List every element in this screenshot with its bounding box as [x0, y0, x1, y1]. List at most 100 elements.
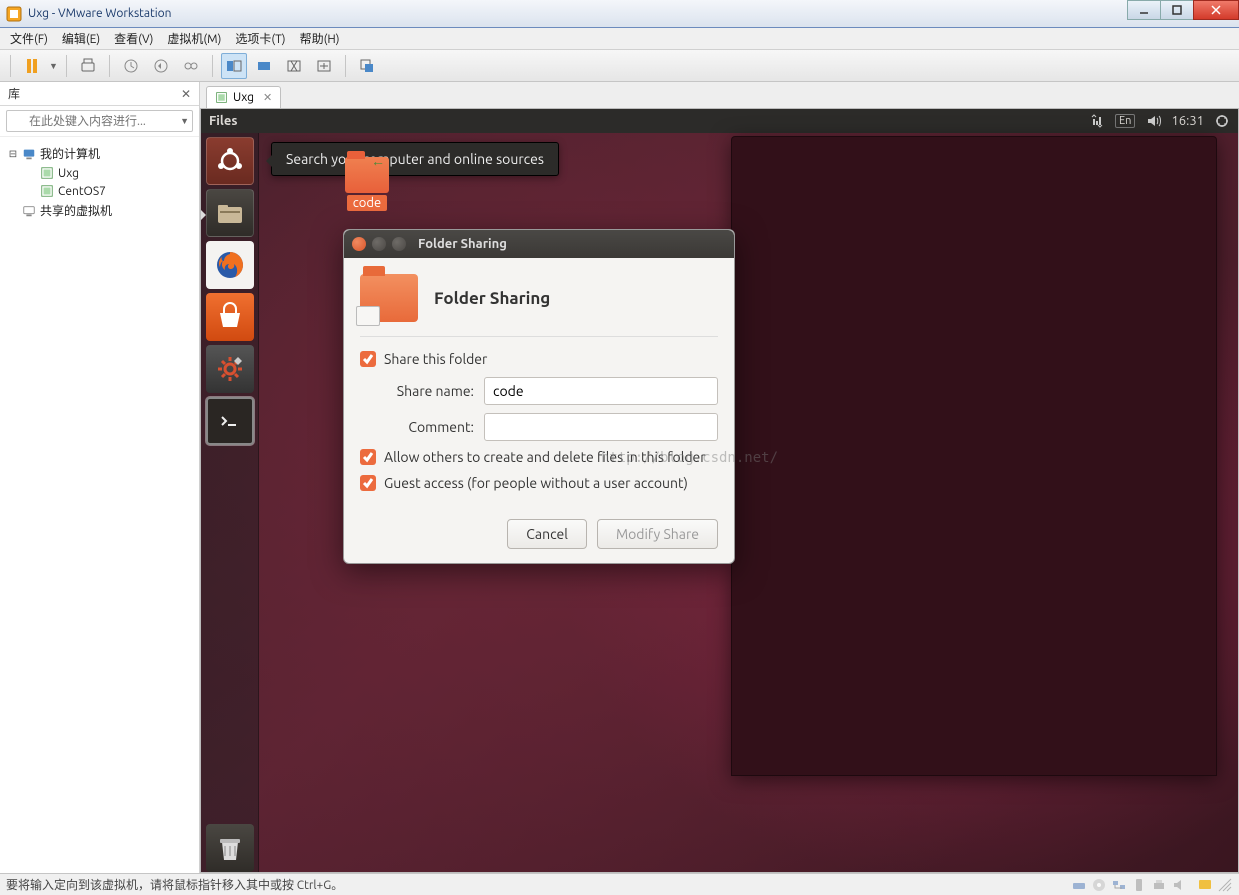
desktop-folder-label: code — [347, 195, 387, 211]
menu-tabs[interactable]: 选项卡(T) — [235, 30, 285, 47]
vmware-menubar: 文件(F) 编辑(E) 查看(V) 虚拟机(M) 选项卡(T) 帮助(H) — [0, 28, 1239, 50]
dialog-titlebar[interactable]: Folder Sharing — [344, 230, 734, 258]
separator — [360, 336, 718, 337]
allow-others-label: Allow others to create and delete files … — [384, 449, 706, 465]
vm-tab-uxg[interactable]: Uxg ✕ — [206, 86, 281, 108]
status-sound-icon[interactable] — [1171, 877, 1187, 893]
cancel-button[interactable]: Cancel — [507, 519, 587, 549]
network-indicator-icon[interactable] — [1089, 113, 1105, 129]
host-window-title: Uxg - VMware Workstation — [28, 7, 1128, 20]
menu-view[interactable]: 查看(V) — [114, 30, 153, 47]
dialog-maximize-button[interactable] — [392, 237, 406, 251]
tree-label: Uxg — [58, 167, 79, 180]
background-window — [731, 136, 1217, 776]
launcher-running-indicator — [201, 210, 206, 220]
vmware-toolbar: ▼ — [0, 50, 1239, 82]
sidebar-close-button[interactable]: ✕ — [181, 87, 191, 101]
unity-launcher — [201, 133, 259, 872]
ubuntu-logo-icon — [214, 145, 246, 177]
toolbar-separator — [10, 55, 11, 77]
toolbar-stretch-button[interactable] — [311, 53, 337, 79]
trash-icon — [214, 832, 246, 864]
toolbar-fullscreen-button[interactable] — [251, 53, 277, 79]
toolbar-send-ctrlaltdel-button[interactable] — [75, 53, 101, 79]
launcher-terminal-button[interactable] — [206, 397, 254, 445]
dash-tooltip: Search your computer and online sources — [271, 142, 559, 176]
guest-access-checkbox[interactable] — [360, 475, 376, 491]
window-maximize-button[interactable] — [1160, 0, 1194, 20]
launcher-files-button[interactable] — [206, 189, 254, 237]
launcher-dash-button[interactable] — [206, 137, 254, 185]
vmware-app-icon — [6, 6, 22, 22]
clock-indicator[interactable]: 16:31 — [1171, 114, 1204, 128]
guest-display[interactable]: Files En 16:31 — [200, 108, 1239, 873]
window-minimize-button[interactable] — [1127, 0, 1161, 20]
tree-label: 共享的虚拟机 — [40, 202, 112, 219]
window-close-button[interactable] — [1193, 0, 1239, 20]
panel-app-title: Files — [209, 114, 237, 128]
status-network-icon[interactable] — [1111, 877, 1127, 893]
computer-icon — [22, 147, 36, 161]
host-window-titlebar: Uxg - VMware Workstation — [0, 0, 1239, 28]
tree-label: 我的计算机 — [40, 145, 100, 162]
launcher-settings-button[interactable] — [206, 345, 254, 393]
folder-icon: ← — [345, 157, 389, 193]
toolbar-snapshot-button[interactable] — [118, 53, 144, 79]
dialog-window-title: Folder Sharing — [418, 237, 507, 251]
files-icon — [214, 197, 246, 229]
modify-share-button[interactable]: Modify Share — [597, 519, 718, 549]
dialog-close-button[interactable] — [352, 237, 366, 251]
tree-my-computer[interactable]: ⊟ 我的计算机 — [4, 143, 195, 164]
toolbar-thumbnail-button[interactable] — [354, 53, 380, 79]
firefox-icon — [214, 249, 246, 281]
status-disk-icon[interactable] — [1071, 877, 1087, 893]
status-resize-grip-icon[interactable] — [1217, 877, 1233, 893]
status-cd-icon[interactable] — [1091, 877, 1107, 893]
tree-label: CentOS7 — [58, 185, 106, 198]
status-usb-icon[interactable] — [1131, 877, 1147, 893]
system-indicator-icon[interactable] — [1214, 113, 1230, 129]
allow-others-checkbox[interactable] — [360, 449, 376, 465]
tree-vm-centos7[interactable]: CentOS7 — [4, 182, 195, 200]
toolbar-unity-button[interactable] — [281, 53, 307, 79]
tree-shared-vms[interactable]: 共享的虚拟机 — [4, 200, 195, 221]
toolbar-pause-dropdown[interactable]: ▼ — [49, 61, 58, 71]
toolbar-separator — [66, 55, 67, 77]
dialog-minimize-button[interactable] — [372, 237, 386, 251]
sound-indicator-icon[interactable] — [1145, 113, 1161, 129]
launcher-firefox-button[interactable] — [206, 241, 254, 289]
launcher-software-center-button[interactable] — [206, 293, 254, 341]
desktop-folder-code[interactable]: ← code — [337, 157, 397, 211]
library-sidebar: 库 ✕ ▼ ⊟ 我的计算机 Uxg CentOS7 — [0, 82, 200, 873]
launcher-trash-button[interactable] — [206, 824, 254, 872]
share-this-folder-row[interactable]: Share this folder — [360, 351, 718, 367]
share-folder-label: Share this folder — [384, 351, 487, 367]
comment-input[interactable] — [484, 413, 718, 441]
menu-vm[interactable]: 虚拟机(M) — [167, 30, 221, 47]
library-tree: ⊟ 我的计算机 Uxg CentOS7 共享的虚拟机 — [0, 137, 199, 227]
status-printer-icon[interactable] — [1151, 877, 1167, 893]
dialog-heading: Folder Sharing — [434, 289, 550, 308]
vmware-statusbar: 要将输入定向到该虚拟机，请将鼠标指针移入其中或按 Ctrl+G。 — [0, 873, 1239, 895]
library-search-input[interactable] — [6, 110, 193, 132]
toolbar-manage-snapshots-button[interactable] — [178, 53, 204, 79]
toolbar-separator — [212, 55, 213, 77]
toolbar-revert-button[interactable] — [148, 53, 174, 79]
shared-icon — [22, 204, 36, 218]
tree-vm-uxg[interactable]: Uxg — [4, 164, 195, 182]
tab-close-button[interactable]: ✕ — [263, 91, 272, 104]
search-dropdown-icon[interactable]: ▼ — [180, 116, 189, 126]
keyboard-indicator[interactable]: En — [1115, 114, 1135, 128]
status-message-icon[interactable] — [1197, 877, 1213, 893]
allow-others-row[interactable]: Allow others to create and delete files … — [360, 449, 718, 465]
menu-help[interactable]: 帮助(H) — [300, 30, 340, 47]
menu-edit[interactable]: 编辑(E) — [62, 30, 100, 47]
menu-file[interactable]: 文件(F) — [10, 30, 48, 47]
software-center-icon — [214, 301, 246, 333]
toolbar-pause-button[interactable] — [19, 53, 45, 79]
share-name-input[interactable] — [484, 377, 718, 405]
toolbar-console-view-button[interactable] — [221, 53, 247, 79]
share-folder-checkbox[interactable] — [360, 351, 376, 367]
vm-tabrow: Uxg ✕ — [200, 82, 1239, 108]
guest-access-row[interactable]: Guest access (for people without a user … — [360, 475, 718, 491]
